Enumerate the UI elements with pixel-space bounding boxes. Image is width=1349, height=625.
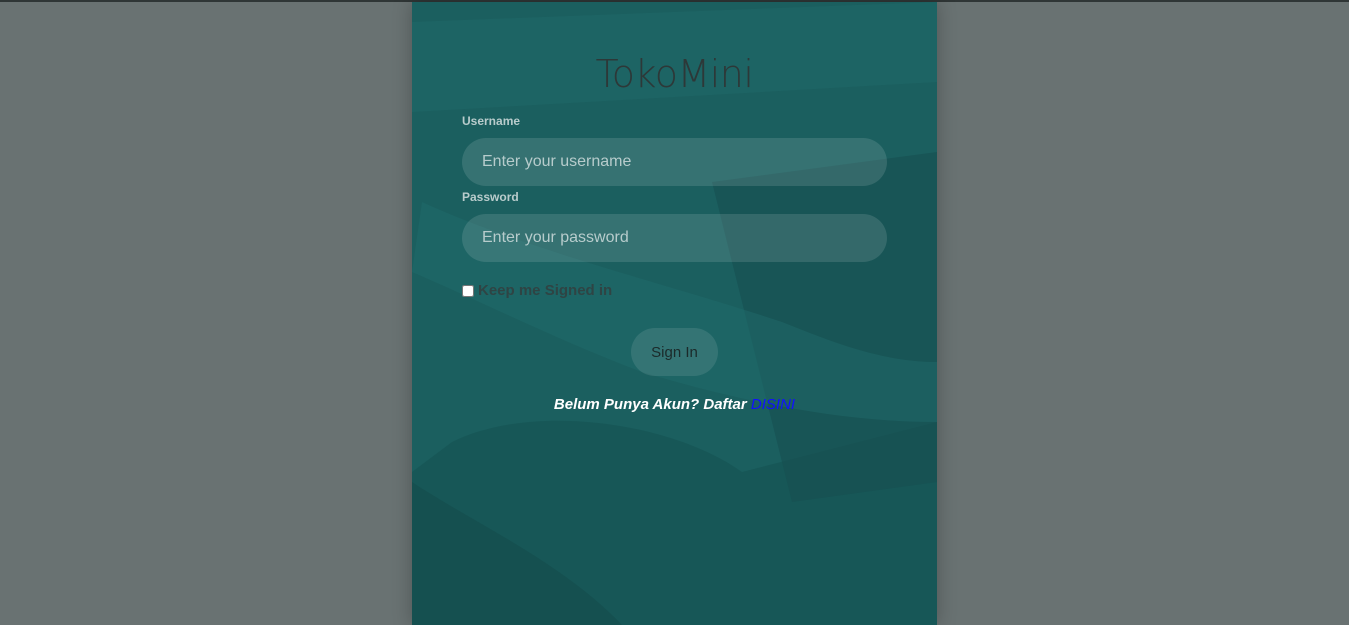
remember-me[interactable]: Keep me Signed in (462, 282, 612, 299)
register-prompt: Belum Punya Akun? Daftar DISINI (412, 396, 937, 413)
app-title: TokoMini (595, 52, 754, 96)
register-prompt-text: Belum Punya Akun? Daftar (553, 396, 751, 413)
password-input[interactable] (462, 214, 887, 262)
signin-button[interactable]: Sign In (631, 328, 718, 376)
login-panel: TokoMini Username Password Keep me Signe… (412, 2, 937, 625)
password-label: Password (462, 190, 519, 204)
username-input[interactable] (462, 138, 887, 186)
remember-label: Keep me Signed in (478, 282, 613, 299)
remember-checkbox[interactable] (462, 284, 474, 297)
register-link[interactable]: DISINI (751, 396, 795, 413)
username-label: Username (462, 114, 521, 128)
